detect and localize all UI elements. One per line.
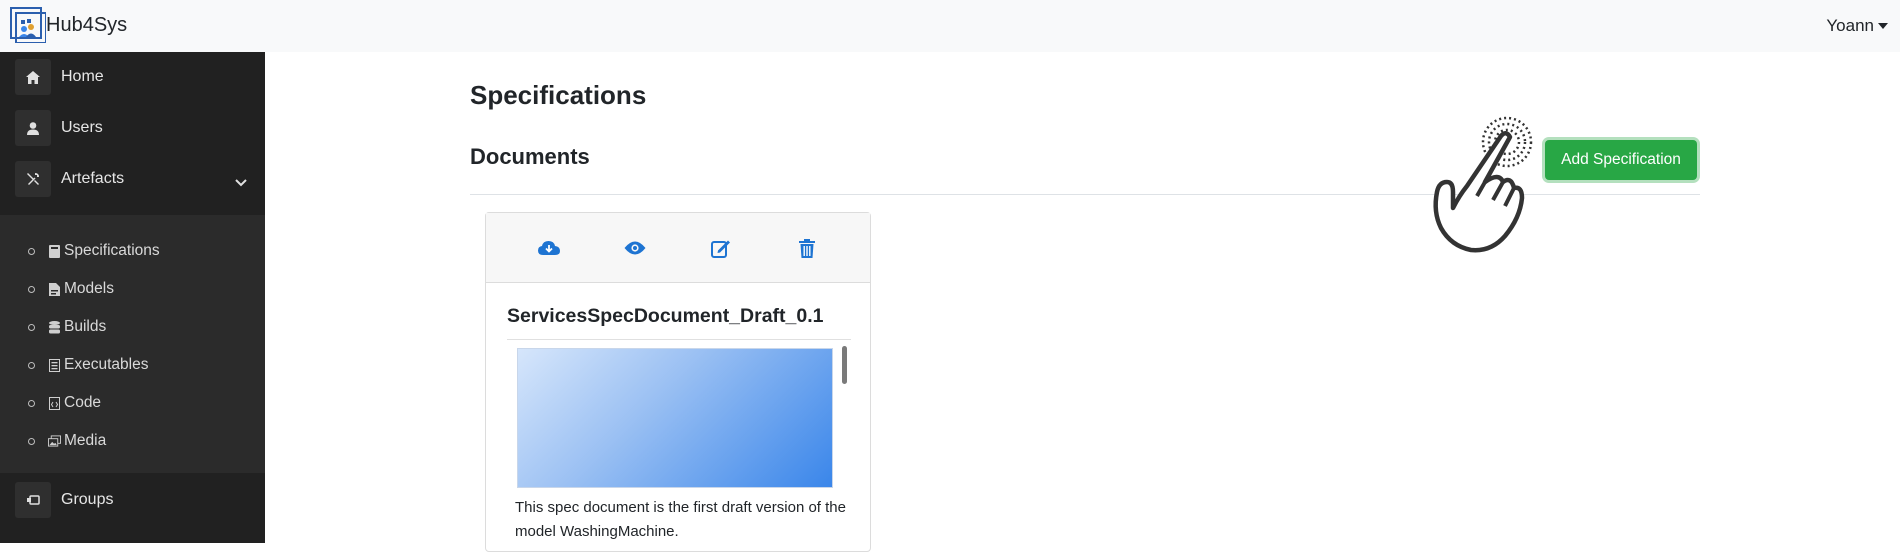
document-preview[interactable] [507,339,851,488]
submenu-item-label: Executables [64,356,149,373]
images-icon [48,434,61,448]
delete-icon[interactable] [796,237,818,259]
submenu-item-label: Specifications [64,242,160,259]
add-specification-button[interactable]: Add Specification [1545,140,1697,180]
sidebar-item-label: Groups [61,491,114,508]
sidebar: Home Users Artefacts Specifications Mode… [0,52,265,543]
document-title: ServicesSpecDocument_Draft_0.1 [507,305,824,327]
chevron-down-icon [235,174,247,192]
submenu-item-label: Models [64,280,114,297]
bullet-icon [28,247,35,255]
sidebar-item-label: Home [61,68,104,85]
code-file-icon [48,396,61,410]
home-icon [15,59,51,95]
submenu-item-executables[interactable]: Executables [28,353,148,377]
hand-pointer-icon [1415,110,1545,265]
submenu-item-code[interactable]: Code [28,391,101,415]
submenu-item-builds[interactable]: Builds [28,315,106,339]
section-title: Documents [470,144,590,169]
submenu-item-label: Builds [64,318,107,335]
edit-icon[interactable] [710,237,732,259]
submenu-item-models[interactable]: Models [28,277,114,301]
sidebar-item-users[interactable]: Users [0,103,265,153]
submenu-item-media[interactable]: Media [28,429,106,453]
bullet-icon [28,361,35,369]
sidebar-item-groups[interactable]: Groups [0,475,265,525]
file-icon [48,282,61,296]
top-navbar: Hub4Sys Yoann [0,0,1900,52]
document-card: ServicesSpecDocument_Draft_0.1 This spec… [485,212,871,552]
user-menu[interactable]: Yoann [1826,16,1888,36]
download-icon[interactable] [538,237,560,259]
preview-image [517,348,833,488]
bullet-icon [28,437,35,445]
bullet-icon [28,399,35,407]
book-icon [48,244,61,258]
groups-icon [15,482,51,518]
document-description: This spec document is the first draft ve… [515,499,846,540]
hub4sys-logo [10,7,47,44]
bullet-icon [28,323,35,331]
submenu-item-label: Media [64,432,107,449]
submenu-item-specifications[interactable]: Specifications [28,239,160,263]
sidebar-item-home[interactable]: Home [0,52,265,102]
user-name: Yoann [1826,16,1874,35]
sidebar-item-label: Artefacts [61,170,125,187]
artefacts-submenu: Specifications Models Builds Executables… [0,215,265,473]
sidebar-item-label: Users [61,119,103,136]
brand[interactable]: Hub4Sys [10,7,128,44]
bullet-icon [28,285,35,293]
brand-name: Hub4Sys [46,13,128,36]
card-actions [486,213,870,283]
file-list-icon [48,358,61,372]
tools-icon [15,161,51,197]
page-title: Specifications [470,80,647,110]
sidebar-item-artefacts[interactable]: Artefacts [0,154,265,204]
database-icon [48,320,61,334]
preview-scrollbar[interactable] [842,346,847,384]
main-content: Specifications Documents Add Specificati… [265,52,1900,552]
caret-down-icon [1878,23,1888,29]
submenu-item-label: Code [64,394,102,411]
user-icon [15,110,51,146]
view-icon[interactable] [624,237,646,259]
